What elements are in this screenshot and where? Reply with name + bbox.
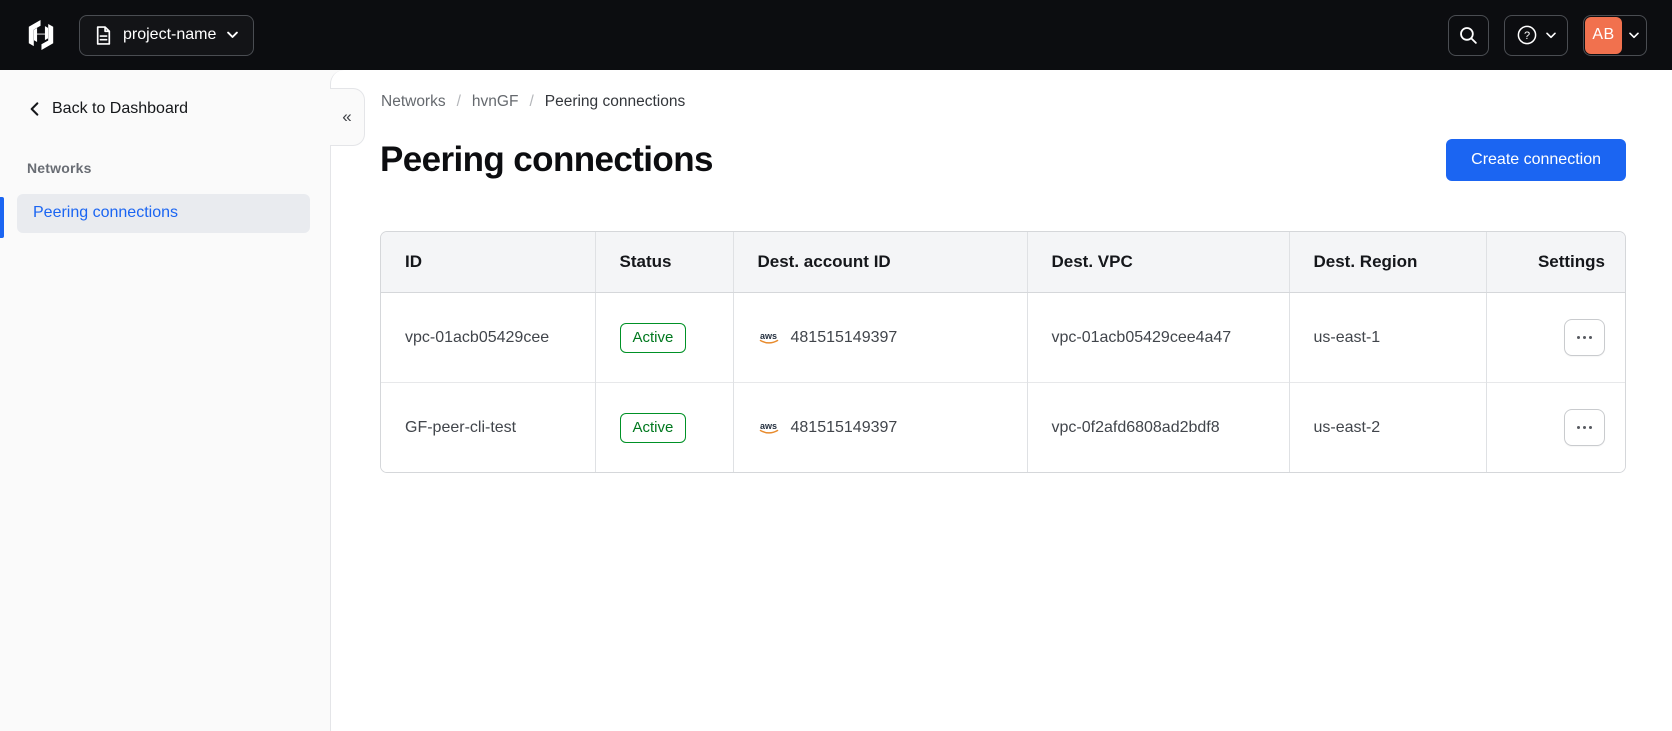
- chevron-down-icon: [1629, 31, 1639, 38]
- breadcrumb-separator: /: [456, 93, 461, 110]
- sidebar-section-networks: Networks: [27, 160, 92, 176]
- status-badge: Active: [619, 322, 687, 353]
- column-header-id: ID: [381, 232, 596, 293]
- row-settings-menu-button[interactable]: [1564, 319, 1605, 356]
- search-button[interactable]: [1448, 14, 1489, 56]
- column-header-dest-region: Dest. Region: [1289, 232, 1487, 293]
- cell-connection-id: GF-peer-cli-test: [381, 382, 596, 472]
- row-settings-menu-button[interactable]: [1564, 409, 1605, 446]
- cell-settings: [1486, 382, 1625, 472]
- breadcrumb: Networks / hvnGF / Peering connections: [381, 93, 1626, 111]
- active-item-indicator: [0, 197, 4, 238]
- column-header-dest-vpc: Dest. VPC: [1027, 232, 1290, 293]
- chevron-left-icon: [30, 102, 39, 116]
- breadcrumb-networks[interactable]: Networks: [381, 93, 446, 111]
- breadcrumb-separator: /: [529, 93, 534, 110]
- cell-dest-vpc: vpc-01acb05429cee4a47: [1027, 292, 1290, 383]
- table-header-row: ID Status Dest. account ID Dest. VPC Des…: [381, 232, 1625, 293]
- cell-settings: [1486, 292, 1625, 383]
- column-header-status: Status: [595, 232, 734, 293]
- top-navigation-bar: project-name ? AB: [0, 0, 1672, 70]
- search-icon: [1460, 26, 1477, 44]
- user-menu-dropdown[interactable]: AB: [1583, 14, 1647, 56]
- column-header-dest-account-id: Dest. account ID: [733, 232, 1028, 293]
- back-to-dashboard-label: Back to Dashboard: [52, 100, 189, 117]
- chevron-down-icon: [1545, 31, 1556, 38]
- project-name-label: project-name: [123, 26, 217, 43]
- sidebar: Back to Dashboard Networks Peering conne…: [0, 70, 330, 731]
- page-title: Peering connections: [380, 140, 713, 179]
- breadcrumb-hvn[interactable]: hvnGF: [472, 93, 519, 111]
- status-badge: Active: [619, 412, 687, 443]
- ellipsis-icon: [1576, 425, 1581, 430]
- cell-status: Active: [595, 382, 734, 472]
- cell-dest-vpc: vpc-0f2afd6808ad2bdf8: [1027, 382, 1290, 472]
- sidebar-item-peering-connections[interactable]: Peering connections: [17, 194, 310, 233]
- page-header: Peering connections Create connection: [380, 139, 1626, 181]
- svg-text:aws: aws: [759, 331, 776, 341]
- table-row: vpc-01acb05429cee Active aws 48151514939…: [381, 292, 1625, 383]
- back-to-dashboard-link[interactable]: Back to Dashboard: [0, 70, 330, 118]
- hashicorp-logo-icon: [25, 18, 57, 52]
- breadcrumb-current-page: Peering connections: [544, 93, 686, 110]
- main-content: « Networks / hvnGF / Peering connections…: [330, 70, 1672, 731]
- svg-text:aws: aws: [759, 421, 776, 431]
- sidebar-collapse-button[interactable]: «: [330, 88, 365, 146]
- ellipsis-icon: [1576, 335, 1581, 340]
- cell-dest-region: us-east-1: [1289, 292, 1487, 383]
- help-dropdown[interactable]: ?: [1504, 14, 1568, 56]
- aws-logo-icon: aws: [759, 421, 778, 434]
- aws-logo-icon: aws: [759, 331, 778, 344]
- project-switcher-dropdown[interactable]: project-name: [79, 14, 255, 56]
- topbar-right-actions: ? AB: [1448, 14, 1647, 56]
- document-icon: [96, 25, 111, 45]
- dest-account-id-value: 481515149397: [790, 328, 898, 346]
- cell-dest-account-id: aws 481515149397: [733, 292, 1028, 383]
- dest-account-id-value: 481515149397: [790, 418, 898, 436]
- cell-dest-account-id: aws 481515149397: [733, 382, 1028, 472]
- table-row: GF-peer-cli-test Active aws 481515149397: [381, 382, 1625, 472]
- cell-connection-id: vpc-01acb05429cee: [381, 292, 596, 383]
- svg-text:?: ?: [1523, 30, 1529, 42]
- chevron-down-icon: [227, 31, 239, 38]
- avatar: AB: [1585, 16, 1622, 54]
- help-icon: ?: [1517, 25, 1536, 45]
- peering-connections-table: ID Status Dest. account ID Dest. VPC Des…: [380, 231, 1626, 473]
- collapse-icon: «: [342, 107, 352, 126]
- cell-status: Active: [595, 292, 734, 383]
- create-connection-button[interactable]: Create connection: [1446, 139, 1626, 181]
- column-header-settings: Settings: [1486, 232, 1625, 293]
- cell-dest-region: us-east-2: [1289, 382, 1487, 472]
